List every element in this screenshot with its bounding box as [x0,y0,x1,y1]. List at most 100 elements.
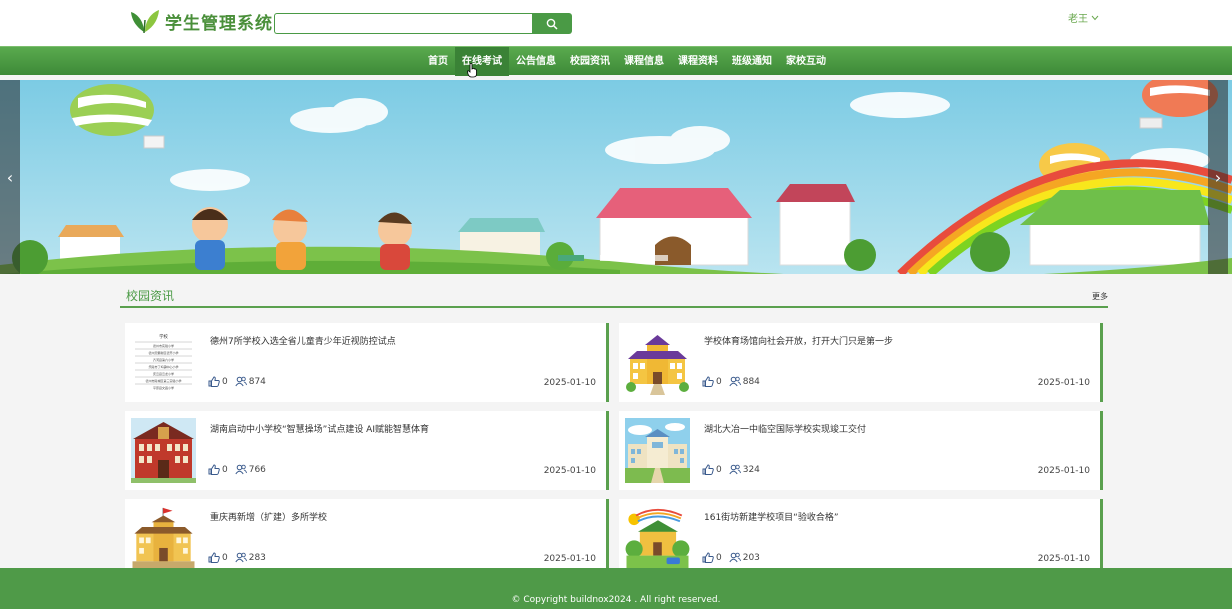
footer: © Copyright buildnox2024 . All right res… [0,568,1232,609]
like-stat[interactable]: 0 [208,552,228,563]
like-stat[interactable]: 0 [702,552,722,563]
nav-item-home-school[interactable]: 家校互动 [779,47,833,76]
news-stats: 0 324 [702,464,767,475]
news-stats: 0 203 [702,552,767,563]
banner-carousel[interactable]: ‹ › [0,80,1232,274]
carousel-indicators [558,255,668,261]
like-count: 0 [716,552,722,563]
news-stats: 0 874 [208,376,273,387]
hand-cursor-icon [467,63,477,78]
like-count: 0 [716,464,722,475]
like-count: 0 [222,552,228,563]
news-card[interactable]: 湖南启动中小学校“智慧操场”试点建设 AI赋能智慧体育 0 766 2025-0… [125,411,609,490]
view-count: 884 [742,376,760,387]
news-card[interactable]: 重庆再新增（扩建）多所学校 0 283 2025-01-10 [125,499,609,568]
carousel-prev-button[interactable]: ‹ [0,80,20,274]
view-count: 324 [742,464,760,475]
campus-news-section: 校园资讯 更多 [120,280,1108,308]
school-list-thumbnail: 学校 德州市实验小学 德州天衢新区德开小学 齐河县第六小学 乐陵市丁坞镇中心小学… [131,330,196,395]
news-stats: 0 884 [702,376,767,387]
user-menu[interactable]: 老王 [1068,10,1099,25]
svg-text:德州市实验小学: 德州市实验小学 [153,343,174,348]
like-stat[interactable]: 0 [208,464,228,475]
thumbs-up-icon [208,464,220,475]
user-name: 老王 [1068,14,1088,25]
like-count: 0 [222,464,228,475]
view-stat: 203 [729,552,760,563]
nav-item-class-notices[interactable]: 班级通知 [725,47,779,76]
like-count: 0 [222,376,228,387]
like-stat[interactable]: 0 [208,376,228,387]
news-card[interactable]: 学校 德州市实验小学 德州天衢新区德开小学 齐河县第六小学 乐陵市丁坞镇中心小学… [125,323,609,402]
news-date: 2025-01-10 [543,378,596,388]
svg-text:乐陵市丁坞镇中心小学: 乐陵市丁坞镇中心小学 [148,364,178,369]
news-date: 2025-01-10 [543,466,596,476]
view-count: 874 [248,376,266,387]
news-title[interactable]: 重庆再新增（扩建）多所学校 [210,510,327,523]
svg-text:学校: 学校 [159,333,168,340]
leaf-logo-icon [131,10,159,34]
logo[interactable]: 学生管理系统 [130,8,273,34]
news-stats: 0 283 [208,552,273,563]
users-icon [235,464,247,475]
header-bar: 学生管理系统 老王 [0,0,1232,46]
green-school-thumbnail [625,506,690,568]
nav-item-home[interactable]: 首页 [421,47,455,76]
copyright-text: © Copyright buildnox2024 . All right res… [511,595,721,605]
svg-text:德州天衢新区德开小学: 德州天衢新区德开小学 [148,350,178,355]
svg-text:庆云县云龙小学: 庆云县云龙小学 [153,371,174,376]
svg-text:德州市陵城区第三实验小学: 德州市陵城区第三实验小学 [145,378,181,383]
users-icon [235,376,247,387]
nav-item-course-materials[interactable]: 课程资料 [671,47,725,76]
news-title[interactable]: 湖北大冶一中临空国际学校实现竣工交付 [704,422,866,435]
news-card[interactable]: 161街坊新建学校项目“验收合格” 0 203 2025-01-10 [619,499,1103,568]
nav-item-online-exam[interactable]: 在线考试 [455,47,509,76]
thumbs-up-icon [208,552,220,563]
carousel-dot-1[interactable] [558,255,584,261]
section-title: 校园资讯 [126,289,175,303]
nav-item-announcements[interactable]: 公告信息 [509,47,563,76]
news-card[interactable]: 湖北大冶一中临空国际学校实现竣工交付 0 324 2025-01-10 [619,411,1103,490]
news-date: 2025-01-10 [1037,554,1090,564]
thumbs-up-icon [702,376,714,387]
more-link[interactable]: 更多 [1092,291,1108,302]
news-title[interactable]: 德州7所学校入选全省儿童青少年近视防控试点 [210,334,396,347]
view-stat: 884 [729,376,760,387]
view-stat: 324 [729,464,760,475]
carousel-dot-2[interactable] [600,255,626,261]
news-title[interactable]: 湖南启动中小学校“智慧操场”试点建设 AI赋能智慧体育 [210,422,429,435]
svg-text:齐河县第六小学: 齐河县第六小学 [153,357,174,362]
chevron-down-icon [1091,15,1099,20]
like-stat[interactable]: 0 [702,376,722,387]
view-stat: 283 [235,552,266,563]
main-nav: 首页 在线考试 公告信息 校园资讯 课程信息 课程资料 班级通知 家校互动 [0,46,1232,76]
users-icon [729,552,741,563]
banner-illustration [0,80,1232,274]
thumbs-up-icon [702,552,714,563]
nav-item-courses[interactable]: 课程信息 [617,47,671,76]
view-stat: 766 [235,464,266,475]
users-icon [729,376,741,387]
view-count: 283 [248,552,266,563]
view-count: 203 [742,552,760,563]
news-stats: 0 766 [208,464,273,475]
news-title[interactable]: 学校体育场馆向社会开放，打开大门只是第一步 [704,334,893,347]
like-stat[interactable]: 0 [702,464,722,475]
search-button[interactable] [532,13,572,34]
app-title: 学生管理系统 [165,13,273,34]
thumbs-up-icon [208,376,220,387]
search-input[interactable] [274,13,532,34]
news-card[interactable]: 学校体育场馆向社会开放，打开大门只是第一步 0 884 2025-01-10 [619,323,1103,402]
users-icon [729,464,741,475]
carousel-next-button[interactable]: › [1208,80,1228,274]
campus-thumbnail [625,418,690,483]
nav-item-campus-news[interactable]: 校园资讯 [563,47,617,76]
news-date: 2025-01-10 [1037,466,1090,476]
view-count: 766 [248,464,266,475]
users-icon [235,552,247,563]
view-stat: 874 [235,376,266,387]
news-title[interactable]: 161街坊新建学校项目“验收合格” [704,510,839,523]
search-bar [274,13,572,34]
carousel-dot-3[interactable] [642,255,668,261]
svg-text:平原县文昌小学: 平原县文昌小学 [153,385,174,390]
